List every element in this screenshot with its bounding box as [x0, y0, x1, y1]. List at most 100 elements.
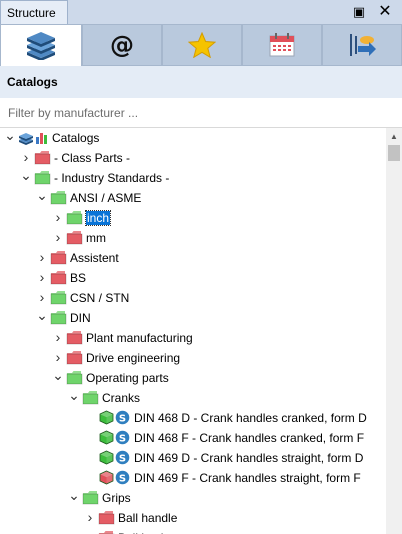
svg-text:S: S [119, 434, 126, 445]
scroll-thumb[interactable] [388, 145, 400, 161]
tree-item-label: CSN / STN [70, 291, 130, 305]
folder-red-icon [98, 510, 115, 525]
tree-item-label: Ball handle [118, 511, 178, 525]
svg-text:S: S [119, 474, 126, 485]
tree-leaf-item[interactable]: S DIN 469 F - Crank handles straight, for… [0, 468, 386, 488]
chevron-right-icon[interactable]: › [20, 150, 32, 164]
tree-item-label: DIN 468 D - Crank handles cranked, form … [134, 411, 367, 425]
part-cube-green-icon [98, 450, 115, 465]
tree-node[interactable]: › mm [0, 228, 386, 248]
folder-green-icon [50, 190, 67, 205]
tree-node[interactable]: ⌄ ANSI / ASME [0, 188, 386, 208]
tree-node[interactable]: › inch [0, 208, 386, 228]
export-tab[interactable] [322, 24, 402, 66]
chevron-right-icon[interactable]: › [84, 510, 96, 524]
tree-node[interactable]: › - Class Parts - [0, 148, 386, 168]
vertical-scrollbar[interactable]: ▲ [386, 128, 402, 534]
chevron-down-icon[interactable]: ⌄ [20, 168, 32, 184]
chevron-right-icon[interactable]: › [36, 270, 48, 284]
books-icon [27, 31, 55, 60]
tab-bar: @ [0, 24, 402, 66]
calendar-tab[interactable] [242, 24, 322, 66]
scroll-up-icon[interactable]: ▲ [386, 128, 402, 145]
chevron-down-icon[interactable]: ⌄ [36, 308, 48, 324]
tree-node[interactable]: › Drive engineering [0, 348, 386, 368]
tree-item-label: BS [70, 271, 87, 285]
tree-leaf-item[interactable]: S DIN 468 F - Crank handles cranked, form… [0, 428, 386, 448]
chevron-right-icon[interactable]: › [52, 210, 64, 224]
catalogs-header: Catalogs [0, 66, 402, 98]
tree-item-label: Catalogs [52, 131, 100, 145]
tree-node[interactable]: ⌄ DIN [0, 308, 386, 328]
tree-node[interactable]: ⌄ - Industry Standards - [0, 168, 386, 188]
chevron-down-icon[interactable]: ⌄ [68, 388, 80, 404]
tree-node[interactable]: ⌄ Catalogs [0, 128, 386, 148]
tree-node[interactable]: › CSN / STN [0, 288, 386, 308]
folder-green-icon [82, 390, 99, 405]
chevron-right-icon[interactable]: › [52, 230, 64, 244]
s-badge-icon: S [115, 450, 130, 465]
tree-node[interactable]: › Plant manufacturing [0, 328, 386, 348]
email-tab[interactable]: @ [82, 24, 162, 66]
svg-text:@: @ [110, 32, 134, 58]
folder-green-icon [50, 290, 67, 305]
folder-red-icon [98, 530, 115, 534]
folder-red-icon [66, 230, 83, 245]
folder-green-icon [50, 310, 67, 325]
folder-green-icon [66, 370, 83, 385]
tree-item-label: Assistent [70, 251, 119, 265]
tree-node[interactable]: ⌄ Grips [0, 488, 386, 508]
catalogs-root-icon [18, 130, 48, 145]
title-bar: Structure ▣ ✕ [0, 0, 402, 24]
maximize-icon[interactable]: ▣ [350, 3, 368, 21]
tree-node[interactable]: › Assistent [0, 248, 386, 268]
chevron-right-icon[interactable]: › [52, 330, 64, 344]
tree-node[interactable]: › Ball handle [0, 508, 386, 528]
folder-red-icon [50, 250, 67, 265]
export-arrow-icon [350, 34, 376, 56]
tree-item-label: Plant manufacturing [86, 331, 193, 345]
folder-red-icon [34, 150, 51, 165]
at-sign-icon: @ [110, 32, 134, 58]
s-badge-icon: S [115, 470, 130, 485]
tree-item-label: inch [84, 210, 112, 226]
tree-item-label: DIN 469 D - Crank handles straight, form… [134, 451, 364, 465]
window-title[interactable]: Structure [0, 0, 68, 24]
tree-node[interactable]: ›Ball knobs [0, 528, 386, 534]
favorites-tab[interactable] [162, 24, 242, 66]
chevron-down-icon[interactable]: ⌄ [68, 488, 80, 504]
tree-item-label: DIN 469 F - Crank handles straight, form… [134, 471, 361, 485]
tree-leaf-item[interactable]: S DIN 469 D - Crank handles straight, for… [0, 448, 386, 468]
svg-text:S: S [119, 454, 126, 465]
chevron-right-icon[interactable]: › [36, 250, 48, 264]
tree-leaf-item[interactable]: S DIN 468 D - Crank handles cranked, form… [0, 408, 386, 428]
tree-node[interactable]: ⌄ Cranks [0, 388, 386, 408]
tree-item-label: ANSI / ASME [70, 191, 142, 205]
tree-item-label: mm [86, 231, 106, 245]
part-cube-red-icon [98, 470, 115, 485]
chevron-down-icon[interactable]: ⌄ [36, 188, 48, 204]
tree-item-label: - Industry Standards - [54, 171, 170, 185]
chevron-right-icon[interactable]: › [36, 290, 48, 304]
chevron-right-icon[interactable]: › [84, 530, 96, 534]
tree-node[interactable]: › BS [0, 268, 386, 288]
tree-item-label: Drive engineering [86, 351, 181, 365]
star-icon [188, 32, 216, 58]
close-icon[interactable]: ✕ [376, 3, 394, 21]
tree-item-label: Grips [102, 491, 131, 505]
tree-item-label: Operating parts [86, 371, 169, 385]
tree-node[interactable]: ⌄ Operating parts [0, 368, 386, 388]
tree-item-label: DIN [70, 311, 91, 325]
tree-item-label: DIN 468 F - Crank handles cranked, form … [134, 431, 365, 445]
folder-red-icon [66, 350, 83, 365]
folder-red-icon [50, 270, 67, 285]
folder-green-icon [66, 210, 83, 225]
chevron-down-icon[interactable]: ⌄ [4, 128, 16, 144]
chevron-right-icon[interactable]: › [52, 350, 64, 364]
chevron-down-icon[interactable]: ⌄ [52, 368, 64, 384]
part-cube-green-icon [98, 410, 115, 425]
tree-item-label: - Class Parts - [54, 151, 131, 165]
s-badge-icon: S [115, 410, 130, 425]
catalogs-tab[interactable] [0, 24, 82, 66]
filter-input[interactable]: Filter by manufacturer ... [0, 98, 402, 128]
